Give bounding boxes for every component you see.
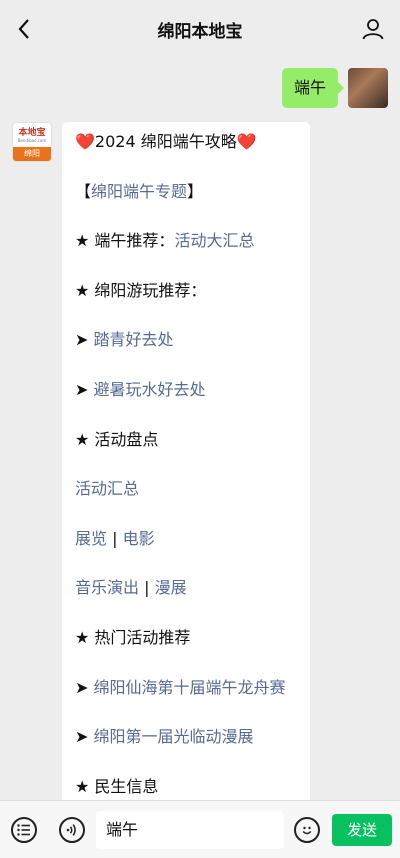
message-line-text: ➤ bbox=[75, 727, 94, 747]
message-link[interactable]: 绵阳端午专题 bbox=[91, 182, 187, 201]
message-separator: | bbox=[107, 528, 123, 548]
user-avatar[interactable] bbox=[348, 68, 388, 108]
message-line-text: ★ 活动盘点 bbox=[75, 429, 159, 449]
message-separator: | bbox=[139, 578, 155, 598]
message-link[interactable]: 避暑玩水好去处 bbox=[94, 380, 206, 399]
message-line: ★ 热门活动推荐 bbox=[75, 626, 298, 676]
message-line: ➤ 避暑玩水好去处 bbox=[75, 378, 298, 428]
incoming-message-bubble: ❤️2024 绵阳端午攻略❤️ 【绵阳端午专题】 ★ 端午推荐：活动大汇总 ★ 绵阳… bbox=[62, 122, 310, 812]
message-link[interactable]: 踏青好去处 bbox=[94, 330, 174, 349]
message-link[interactable]: 展览 bbox=[75, 529, 107, 548]
message-line: ★ 绵阳游玩推荐： bbox=[75, 279, 298, 329]
chat-header: 绵阳本地宝 bbox=[0, 0, 400, 58]
message-link[interactable]: 绵阳仙海第十届端午龙舟赛 bbox=[94, 678, 286, 697]
message-link[interactable]: 音乐演出 bbox=[75, 578, 139, 597]
message-line-text: ★ 热门活动推荐 bbox=[75, 627, 191, 647]
message-lines: 【绵阳端午专题】 ★ 端午推荐：活动大汇总 ★ 绵阳游玩推荐： ➤ 踏青好去处 ➤ 避暑… bbox=[75, 180, 298, 812]
message-line: 【绵阳端午专题】 bbox=[75, 180, 298, 230]
voice-icon bbox=[66, 824, 76, 836]
profile-button[interactable] bbox=[360, 16, 386, 42]
message-line: 音乐演出 | 漫展 bbox=[75, 576, 298, 626]
message-line-text: ★ 民生信息 bbox=[75, 776, 159, 796]
message-link[interactable]: 活动汇总 bbox=[75, 479, 139, 498]
message-line: ➤ 踏青好去处 bbox=[75, 328, 298, 378]
input-bar: 端午 发送 bbox=[0, 800, 400, 858]
outgoing-message-row: 端午 bbox=[281, 68, 388, 108]
message-line-text: ➤ bbox=[75, 330, 94, 350]
outgoing-message-bubble[interactable]: 端午 bbox=[281, 68, 345, 108]
bot-logo-url: Bendibao.com bbox=[17, 137, 47, 143]
message-line-text: 】 bbox=[187, 181, 204, 201]
message-line-text: 【 bbox=[75, 181, 92, 201]
bot-logo: 本地宝 Bendibao.com bbox=[13, 123, 51, 147]
back-icon bbox=[18, 19, 29, 39]
message-line-text: ➤ bbox=[75, 677, 94, 697]
chat-title: 绵阳本地宝 bbox=[157, 21, 243, 42]
message-line: ★ 端午推荐：活动大汇总 bbox=[75, 229, 298, 279]
message-line: ➤ 绵阳仙海第十届端午龙舟赛 bbox=[75, 676, 298, 726]
bot-avatar[interactable]: 本地宝 Bendibao.com 绵阳 bbox=[12, 122, 52, 162]
message-title-line: ❤️2024 绵阳端午攻略❤️ bbox=[75, 130, 298, 180]
message-link[interactable]: 漫展 bbox=[155, 578, 187, 597]
message-input[interactable]: 端午 bbox=[96, 811, 284, 849]
message-line: 展览 | 电影 bbox=[75, 527, 298, 577]
send-button[interactable]: 发送 bbox=[332, 814, 392, 846]
message-line: ➤ 绵阳第一届光临动漫展 bbox=[75, 725, 298, 775]
message-link[interactable]: 绵阳第一届光临动漫展 bbox=[94, 727, 254, 746]
message-link[interactable]: 活动大汇总 bbox=[174, 231, 254, 250]
voice-button[interactable] bbox=[59, 817, 85, 843]
message-link[interactable]: 电影 bbox=[123, 529, 155, 548]
menu-button[interactable] bbox=[11, 817, 37, 843]
menu-icon bbox=[17, 824, 30, 836]
bot-logo-city: 绵阳 bbox=[13, 147, 51, 161]
message-line: ★ 活动盘点 bbox=[75, 428, 298, 478]
message-line-text: ★ 绵阳游玩推荐： bbox=[75, 280, 207, 300]
message-line-text: ➤ bbox=[75, 379, 94, 399]
emoji-button[interactable] bbox=[294, 817, 320, 843]
bot-logo-brand: 本地宝 bbox=[18, 127, 46, 138]
message-line-text: ★ 端午推荐： bbox=[75, 231, 175, 251]
heart-icon: ❤️ bbox=[75, 132, 95, 151]
message-title: 2024 绵阳端午攻略 bbox=[94, 132, 237, 151]
message-line: 活动汇总 bbox=[75, 477, 298, 527]
profile-icon bbox=[362, 19, 384, 40]
emoji-icon bbox=[302, 826, 312, 835]
heart-icon: ❤️ bbox=[236, 132, 257, 151]
back-button[interactable] bbox=[12, 16, 36, 42]
